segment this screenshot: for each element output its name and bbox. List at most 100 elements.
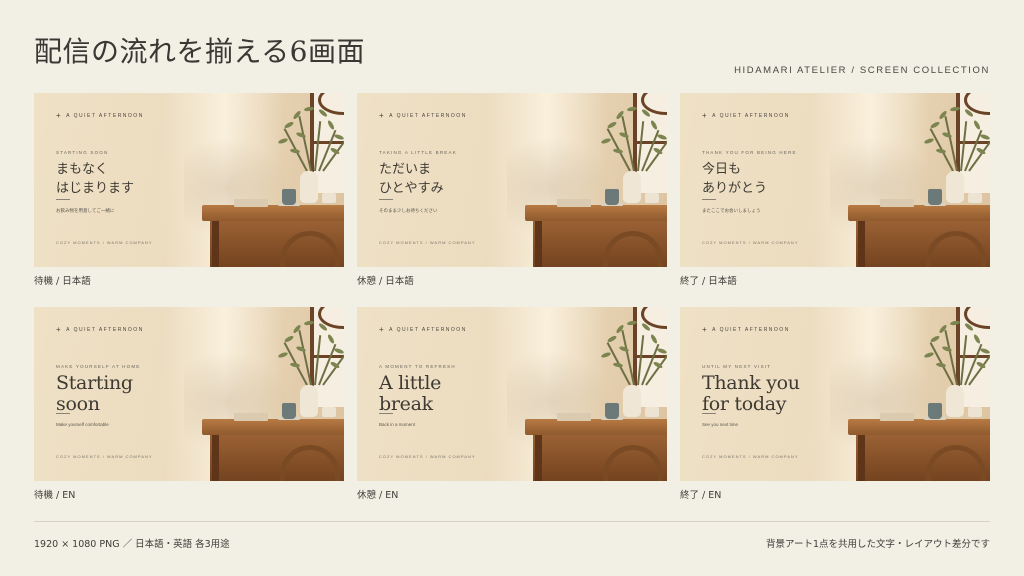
screen-thumbnail: + A QUIET AFTERNOON STARTING SOON まもなく はじ… xyxy=(34,93,344,267)
plant-leaf xyxy=(929,120,941,130)
screen-caption: 待機 / 日本語 xyxy=(34,276,91,287)
overlay-brand-text: A QUIET AFTERNOON xyxy=(389,113,467,119)
overlay-footer: COZY MOMENTS / WARM COMPANY xyxy=(56,240,153,245)
page-title: 配信の流れを揃える6画面 xyxy=(34,35,365,68)
plant-leaf xyxy=(283,120,295,130)
overlay-heading-line: soon xyxy=(56,392,100,415)
mug xyxy=(928,189,942,205)
book xyxy=(234,199,268,207)
screen-card[interactable]: + A QUIET AFTERNOON THANK YOU FOR BEING H… xyxy=(680,93,990,287)
overlay-description: そのまま少しお待ちください xyxy=(379,208,438,213)
screen-caption: 休憩 / EN xyxy=(357,490,399,501)
small-cup xyxy=(645,407,659,417)
plant-leaf xyxy=(941,131,953,139)
overlay-subtitle: THANK YOU FOR BEING HERE xyxy=(702,150,797,155)
overlay-rule xyxy=(702,413,716,414)
overlay-rule xyxy=(379,199,393,200)
overlay-heading-line: 今日も xyxy=(702,162,742,177)
desk-top xyxy=(848,419,990,435)
desk-top xyxy=(525,419,667,435)
overlay-footer: COZY MOMENTS / WARM COMPANY xyxy=(379,240,476,245)
overlay-subtitle: UNTIL MY NEXT VISIT xyxy=(702,364,772,369)
plant-leaf xyxy=(941,345,953,353)
overlay-brand: + A QUIET AFTERNOON xyxy=(56,111,144,120)
overlay-description: See you next time xyxy=(702,422,739,427)
plus-mark-icon: + xyxy=(702,325,709,334)
overlay-rule xyxy=(379,413,393,414)
plant-leaf xyxy=(618,345,630,353)
overlay-brand: + A QUIET AFTERNOON xyxy=(702,325,790,334)
overlay-brand: + A QUIET AFTERNOON xyxy=(379,325,467,334)
footer-divider xyxy=(34,521,990,522)
overlay-heading: Thank you for today xyxy=(702,373,800,415)
overlay-brand-text: A QUIET AFTERNOON xyxy=(66,327,144,333)
plus-mark-icon: + xyxy=(56,111,63,120)
desk-top xyxy=(525,205,667,221)
screen-card[interactable]: + A QUIET AFTERNOON MAKE YOURSELF AT HOME… xyxy=(34,307,344,501)
overlay-footer: COZY MOMENTS / WARM COMPANY xyxy=(379,454,476,459)
overlay-brand: + A QUIET AFTERNOON xyxy=(702,111,790,120)
overlay-description: Make yourself comfortable xyxy=(56,422,109,427)
small-cup xyxy=(322,407,336,417)
plant-leaf xyxy=(618,131,630,139)
overlay-heading-line: はじまります xyxy=(56,180,135,196)
overlay-rule xyxy=(56,199,70,200)
plant-leaf xyxy=(295,131,307,139)
vase xyxy=(300,171,318,203)
desk-leg xyxy=(212,221,219,267)
screen-caption: 終了 / 日本語 xyxy=(680,276,737,287)
overlay-heading: まもなく はじまります xyxy=(56,161,134,199)
small-cup xyxy=(322,193,336,203)
overlay-description: お飲み物を用意してご一緒に xyxy=(56,208,115,213)
desk-leg xyxy=(535,435,542,481)
mug xyxy=(282,403,296,419)
screen-card[interactable]: + A QUIET AFTERNOON UNTIL MY NEXT VISIT T… xyxy=(680,307,990,501)
book xyxy=(880,413,914,421)
plus-mark-icon: + xyxy=(379,325,386,334)
overlay-heading: A little break xyxy=(379,373,441,415)
overlay-rule xyxy=(702,199,716,200)
overlay-footer: COZY MOMENTS / WARM COMPANY xyxy=(702,240,799,245)
footer-spec: 1920 × 1080 PNG ／ 日本語・英語 各3用途 xyxy=(34,539,230,550)
overlay-heading: Starting soon xyxy=(56,373,133,415)
mug xyxy=(605,189,619,205)
plus-mark-icon: + xyxy=(702,111,709,120)
overlay-heading-line: A little xyxy=(379,372,442,394)
screen-thumbnail: + A QUIET AFTERNOON TAKING A LITTLE BREAK… xyxy=(357,93,667,267)
vase xyxy=(946,385,964,417)
book xyxy=(234,413,268,421)
plant-leaf xyxy=(283,334,295,344)
mug xyxy=(928,403,942,419)
overlay-description: またここでお会いしましょう xyxy=(702,208,761,213)
overlay-heading-line: Starting xyxy=(56,372,133,394)
book xyxy=(880,199,914,207)
small-cup xyxy=(968,193,982,203)
overlay-brand-text: A QUIET AFTERNOON xyxy=(389,327,467,333)
mug xyxy=(605,403,619,419)
screen-card[interactable]: + A QUIET AFTERNOON A MOMENT TO REFRESH A… xyxy=(357,307,667,501)
book xyxy=(557,199,591,207)
overlay-brand-text: A QUIET AFTERNOON xyxy=(712,327,790,333)
overlay-heading-line: for today xyxy=(702,392,787,415)
overlay-footer: COZY MOMENTS / WARM COMPANY xyxy=(702,454,799,459)
plant-leaf xyxy=(606,334,618,344)
overlay-description: Back in a moment xyxy=(379,422,416,427)
small-cup xyxy=(645,193,659,203)
overlay-rule xyxy=(56,413,70,414)
screen-grid: + A QUIET AFTERNOON STARTING SOON まもなく はじ… xyxy=(34,93,990,503)
overlay-brand: + A QUIET AFTERNOON xyxy=(56,325,144,334)
overlay-heading-line: ひとやすみ xyxy=(379,180,444,196)
screen-card[interactable]: + A QUIET AFTERNOON STARTING SOON まもなく はじ… xyxy=(34,93,344,287)
desk-leg xyxy=(858,435,865,481)
plus-mark-icon: + xyxy=(56,325,63,334)
overlay-heading-line: ありがとう xyxy=(702,180,768,196)
footer-note: 背景アート1点を共用した文字・レイアウト差分です xyxy=(766,539,990,550)
desk-leg xyxy=(858,221,865,267)
overlay-subtitle: TAKING A LITTLE BREAK xyxy=(379,150,457,155)
screen-thumbnail: + A QUIET AFTERNOON UNTIL MY NEXT VISIT T… xyxy=(680,307,990,481)
screen-card[interactable]: + A QUIET AFTERNOON TAKING A LITTLE BREAK… xyxy=(357,93,667,287)
overlay-heading: 今日も ありがとう xyxy=(702,161,767,199)
overlay-heading-line: まもなく xyxy=(56,162,109,177)
desk-top xyxy=(202,205,344,221)
book xyxy=(557,413,591,421)
